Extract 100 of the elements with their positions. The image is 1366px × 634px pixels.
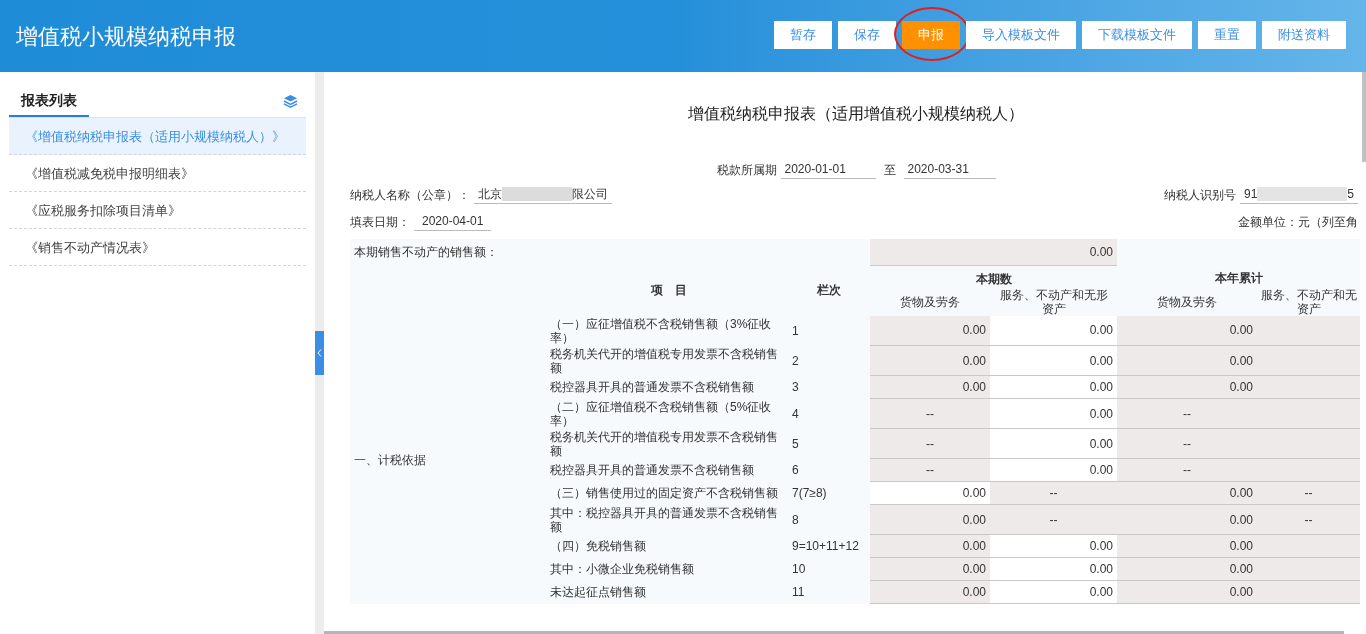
table-cell-text: 0.00 — [1228, 584, 1255, 601]
column-header: 资产 — [1295, 301, 1322, 316]
toolbar-button[interactable]: 附送资料 — [1262, 21, 1346, 49]
table-cell-text: -- — [1182, 405, 1193, 423]
line-number: 1 — [792, 323, 799, 338]
table-cell-text: 0.00 — [1088, 405, 1115, 423]
row-label: 本期销售不动产的销售额： — [354, 245, 498, 259]
table-cell-text: 0.00 — [1228, 561, 1255, 578]
line-number: 8 — [792, 512, 799, 527]
line-number: 2 — [792, 353, 799, 368]
table-cell-text: 0.00 — [961, 511, 988, 529]
table-cell-text: -- — [1048, 511, 1059, 529]
row-label: （一）应征增值税不含税销售额（3%征收率） — [550, 316, 772, 345]
field-label: 纳税人识别号 — [1163, 187, 1236, 204]
table-cell-text: 0.00 — [961, 485, 988, 502]
line-number: 6 — [792, 463, 799, 477]
date-field[interactable]: 2020-04-01 — [414, 212, 492, 231]
table-cell-text: -- — [1303, 511, 1314, 529]
row-label: （三）销售使用过的固定资产不含税销售额 — [550, 486, 778, 500]
field-value: 91 — [1243, 186, 1258, 203]
layers-icon[interactable] — [283, 94, 298, 109]
table-cell-text: 0.00 — [961, 379, 988, 396]
sidebar-item[interactable]: 《增值税减免税申报明细表》 — [9, 155, 306, 192]
sidebar-item[interactable]: 《应税服务扣除项目清单》 — [9, 192, 306, 229]
sidebar-item[interactable]: 《销售不动产情况表》 — [9, 229, 306, 266]
table-cell-text: 0.00 — [1228, 538, 1255, 555]
column-header: 货物及劳务 — [900, 294, 961, 309]
table-cell-text: 0.00 — [961, 352, 988, 370]
row-label: 其中：小微企业免税销售额 — [550, 562, 694, 576]
toolbar-button[interactable]: 暂存 — [774, 21, 832, 49]
row-label: 税控器具开具的普通发票不含税销售额 — [550, 463, 754, 477]
column-header: 本期数 — [975, 271, 1012, 286]
field-value: 5 — [1347, 186, 1354, 203]
table-cell-text: 0.00 — [1088, 435, 1115, 453]
date-field[interactable]: 2020-01-01 — [780, 160, 876, 179]
table-cell-text: 0.00 — [1088, 462, 1115, 479]
toolbar-button[interactable]: 保存 — [838, 21, 896, 49]
toolbar-button[interactable]: 重置 — [1198, 21, 1256, 49]
column-header: 本年累计 — [1214, 271, 1263, 286]
row-label: 税务机关代开的增值税专用发票不含税销售额 — [550, 429, 778, 458]
table-cell-text: 0.00 — [1228, 379, 1255, 396]
horizontal-scrollbar[interactable] — [324, 631, 1344, 634]
row-label: 税控器具开具的普通发票不含税销售额 — [550, 380, 754, 394]
table-cell-text: 0.00 — [1088, 322, 1115, 340]
field-value: 北京 — [478, 186, 502, 203]
row-label: 税务机关代开的增值税专用发票不含税销售额 — [550, 346, 778, 375]
table-cell-text: -- — [1182, 462, 1193, 479]
form-title: 增值税纳税申报表（适用增值税小规模纳税人） — [688, 104, 1024, 124]
row-label: （二）应征增值税不含税销售额（5%征收率） — [550, 399, 772, 428]
row-label: 其中：税控器具开具的普通发票不含税销售额 — [550, 505, 778, 534]
line-number: 4 — [792, 406, 799, 421]
collapse-handle[interactable] — [315, 331, 324, 375]
table-cell-text: 0.00 — [1228, 485, 1255, 502]
field-value: 限公司 — [572, 186, 608, 203]
app-title: 增值税小规模纳税申报 — [16, 22, 236, 51]
date-field[interactable]: 2020-03-31 — [903, 160, 996, 179]
field-label: 纳税人名称（公章）： — [350, 187, 470, 204]
column-header: 服务、不动产和无形资产 — [999, 287, 1108, 316]
table-cell-text: 0.00 — [1228, 511, 1255, 529]
chevron-left-icon — [317, 349, 322, 357]
table-cell-text: 0.00 — [961, 584, 988, 601]
table-cell: 0.00 — [1089, 244, 1114, 259]
table-cell-text: -- — [925, 405, 936, 423]
line-number: 7(7≥8) — [792, 486, 827, 500]
field-label: 填表日期： — [350, 214, 410, 231]
table-cell-text: 0.00 — [1228, 322, 1255, 340]
table-cell-text: 0.00 — [1088, 379, 1115, 396]
column-header: 货物及劳务 — [1157, 294, 1218, 309]
table-cell-text: -- — [1048, 485, 1059, 502]
line-number: 3 — [792, 380, 799, 394]
row-label: 未达起征点销售额 — [550, 585, 646, 599]
table-cell-text: 0.00 — [961, 561, 988, 578]
line-number: 10 — [792, 562, 806, 576]
vertical-scrollbar[interactable] — [1362, 72, 1366, 162]
redaction-block — [502, 187, 572, 201]
line-number: 9=10+11+12 — [792, 539, 859, 553]
table-cell-text: -- — [1303, 485, 1314, 502]
table-cell-text: 0.00 — [1088, 352, 1115, 370]
table-cell-text: 0.00 — [961, 538, 988, 555]
column-header: 栏次 — [817, 283, 841, 298]
toolbar-button[interactable]: 下载模板文件 — [1082, 21, 1192, 49]
row-label: （四）免税销售额 — [550, 539, 646, 553]
section-label: 一、计税依据 — [354, 452, 426, 467]
table-cell-text: -- — [925, 462, 936, 479]
taxpayer-id-field[interactable]: 91 5 — [1239, 185, 1358, 204]
table-cell-text: 0.00 — [1088, 584, 1115, 601]
toolbar-button[interactable]: 导入模板文件 — [966, 21, 1076, 49]
line-number: 5 — [792, 436, 799, 451]
field-label: 至 — [882, 162, 897, 179]
table-cell-text: 0.00 — [1228, 352, 1255, 370]
table-cell-text: -- — [1182, 435, 1193, 453]
column-header: 项 目 — [651, 283, 687, 298]
table-cell-text: 0.00 — [961, 322, 988, 340]
table-cell-text: 0.00 — [1088, 538, 1115, 555]
unit-note: 金额单位：元（列至角 — [1238, 214, 1358, 231]
field-label: 税款所属期 — [716, 162, 777, 179]
table-cell-text: -- — [925, 435, 936, 453]
line-number: 11 — [792, 585, 805, 599]
company-name-field[interactable]: 北京 限公司 — [474, 185, 612, 204]
column-header: 服务、不动产和无 — [1259, 287, 1358, 302]
